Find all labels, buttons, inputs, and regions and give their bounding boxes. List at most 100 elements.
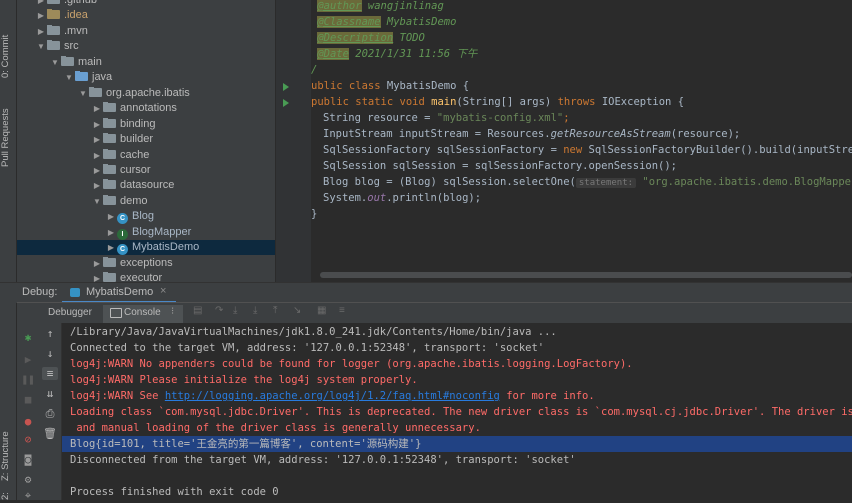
step-over-icon[interactable]: ↷ (215, 305, 223, 316)
debug-session-tab[interactable]: MybatisDemo (86, 286, 153, 298)
up-arrow-icon[interactable]: ↑ (39, 327, 61, 340)
warn-see-prefix: log4j:WARN See (70, 390, 165, 402)
collapsed-arrow-icon[interactable]: ▶ (35, 0, 47, 8)
tree-item[interactable]: ▼ java (63, 70, 112, 85)
console-line-link: log4j:WARN See http://logging.apache.org… (70, 388, 595, 404)
run-main-icon[interactable] (283, 99, 289, 107)
tree-item[interactable]: ▶ builder (91, 132, 153, 147)
force-step-into-icon[interactable]: ⤓ (253, 305, 257, 316)
tree-item[interactable]: ▶ .idea (35, 8, 88, 23)
camera-icon[interactable]: ◙ (17, 453, 39, 466)
tree-item[interactable]: ▶ cursor (91, 163, 151, 178)
closing-brace: } (311, 208, 318, 220)
code-line-6: System. (323, 192, 368, 204)
scroll-to-end-icon[interactable]: ⇊ (39, 387, 61, 400)
close-session-icon[interactable]: × (160, 285, 166, 297)
collapsed-arrow-icon[interactable]: ▶ (91, 256, 103, 271)
tree-item[interactable]: ▶ executor (91, 271, 162, 282)
view-breakpoints-icon[interactable]: ● (17, 415, 39, 428)
evaluate-icon[interactable]: ▦ (317, 305, 326, 316)
code-editor[interactable]: @author wangjinlinag @Classname MybatisD… (311, 0, 852, 282)
trace-icon[interactable]: ≡ (339, 305, 345, 316)
print-icon[interactable]: ⎙ (39, 407, 61, 421)
expanded-arrow-icon[interactable]: ▼ (77, 86, 89, 101)
tree-item[interactable]: ▼ org.apache.ibatis (77, 86, 190, 101)
collapsed-arrow-icon[interactable]: ▶ (91, 271, 103, 282)
class-decl-name: MybatisDemo { (380, 80, 470, 92)
tree-item[interactable]: ▶ I BlogMapper (105, 225, 191, 240)
collapsed-arrow-icon[interactable]: ▶ (105, 225, 117, 240)
package-icon (103, 256, 116, 267)
tree-item-label: datasource (120, 179, 175, 192)
tree-item-label: exceptions (120, 256, 173, 269)
log4j-faq-link[interactable]: http://logging.apache.org/log4j/1.2/faq.… (165, 390, 500, 402)
tree-item-label: Blog (132, 210, 155, 223)
tree-item[interactable]: ▶ datasource (91, 178, 174, 193)
settings-gear-icon[interactable]: ⚙ (17, 473, 39, 486)
collapsed-arrow-icon[interactable]: ▶ (91, 178, 103, 193)
tab-debugger[interactable]: Debugger (48, 307, 92, 318)
mute-breakpoints-icon[interactable]: ⊘ (17, 433, 39, 446)
tree-item[interactable]: ▶ exceptions (91, 256, 173, 271)
resume-icon[interactable]: ▶ (17, 353, 39, 366)
clear-all-icon[interactable]: 🗑 (39, 427, 61, 440)
tree-item[interactable]: ▼ main (49, 55, 102, 70)
step-into-icon[interactable]: ⤓ (233, 305, 237, 316)
expanded-arrow-icon[interactable]: ▼ (49, 55, 61, 70)
tree-item[interactable]: ▶ binding (91, 117, 155, 132)
pause-icon[interactable]: ❚❚ (17, 373, 39, 386)
layout-icon[interactable]: ▤ (193, 305, 202, 316)
package-icon (103, 117, 116, 128)
folder-icon (47, 40, 60, 51)
code-line-2: InputStream inputStream = Resources. (323, 128, 551, 140)
run-class-icon[interactable] (283, 83, 289, 91)
pull-requests-tool-tab[interactable]: Pull Requests (0, 100, 16, 175)
rerun-icon[interactable]: ✱ (17, 331, 39, 344)
tab-console-menu-icon[interactable]: ⁝ (171, 306, 174, 317)
tree-item[interactable]: ▶ .mvn (35, 24, 88, 39)
code-line-3-end: SqlSessionFactoryBuilder().build(inputSt… (582, 144, 852, 156)
tree-item-label: org.apache.ibatis (106, 86, 190, 99)
structure-tool-tab[interactable]: Z: Structure (0, 425, 16, 487)
editor-horizontal-scrollbar[interactable] (320, 272, 852, 278)
down-arrow-icon[interactable]: ↓ (39, 347, 61, 360)
favorites-tool-tab[interactable]: 2: Favorites (0, 489, 16, 500)
tree-item[interactable]: ▶ cache (91, 148, 149, 163)
tab-console[interactable]: Console (124, 307, 161, 318)
debug-title-bar: Debug: MybatisDemo × (0, 282, 852, 303)
collapsed-arrow-icon[interactable]: ▶ (91, 101, 103, 116)
collapsed-arrow-icon[interactable]: ▶ (105, 209, 117, 224)
doc-end: / (311, 64, 318, 76)
stop-icon[interactable]: ■ (17, 393, 39, 406)
class-decl-keyword: ublic class (311, 80, 381, 92)
tree-item[interactable]: ▼ demo (91, 194, 148, 209)
expanded-arrow-icon[interactable]: ▼ (63, 70, 75, 85)
commit-tool-tab[interactable]: 0: Commit (0, 28, 16, 84)
soft-wrap-icon[interactable]: ≡ (42, 367, 58, 380)
tree-item-label: demo (120, 194, 148, 207)
collapsed-arrow-icon[interactable]: ▶ (35, 8, 47, 23)
run-to-cursor-icon[interactable]: ↘ (293, 305, 301, 316)
step-out-icon[interactable]: ⤒ (273, 305, 277, 316)
collapsed-arrow-icon[interactable]: ▶ (91, 148, 103, 163)
tree-item[interactable]: ▶ C MybatisDemo (105, 240, 199, 256)
tree-item[interactable]: ▶ annotations (91, 101, 177, 116)
tree-item[interactable]: ▼ src (35, 39, 79, 54)
tree-item-label: annotations (120, 102, 177, 115)
debug-tabs-bar: Debugger Console ⁝ ▤ ↷ ⤓ ⤓ ⤒ ↘ ▦ ≡ (17, 302, 852, 324)
console-output[interactable]: /Library/Java/JavaVirtualMachines/jdk1.8… (62, 323, 852, 500)
collapsed-arrow-icon[interactable]: ▶ (35, 24, 47, 39)
collapsed-arrow-icon[interactable]: ▶ (105, 240, 117, 255)
package-icon (103, 179, 116, 190)
collapsed-arrow-icon[interactable]: ▶ (91, 117, 103, 132)
tree-item[interactable]: ▶ .github (35, 0, 97, 8)
code-line-2-end: (resource); (670, 128, 741, 140)
collapsed-arrow-icon[interactable]: ▶ (91, 163, 103, 178)
pin-icon[interactable]: ⌖ (17, 489, 39, 503)
tree-item-label: .idea (64, 9, 88, 22)
expanded-arrow-icon[interactable]: ▼ (35, 39, 47, 54)
expanded-arrow-icon[interactable]: ▼ (91, 194, 103, 209)
tree-item[interactable]: ▶ C Blog (105, 209, 155, 225)
collapsed-arrow-icon[interactable]: ▶ (91, 132, 103, 147)
package-icon (103, 163, 116, 174)
